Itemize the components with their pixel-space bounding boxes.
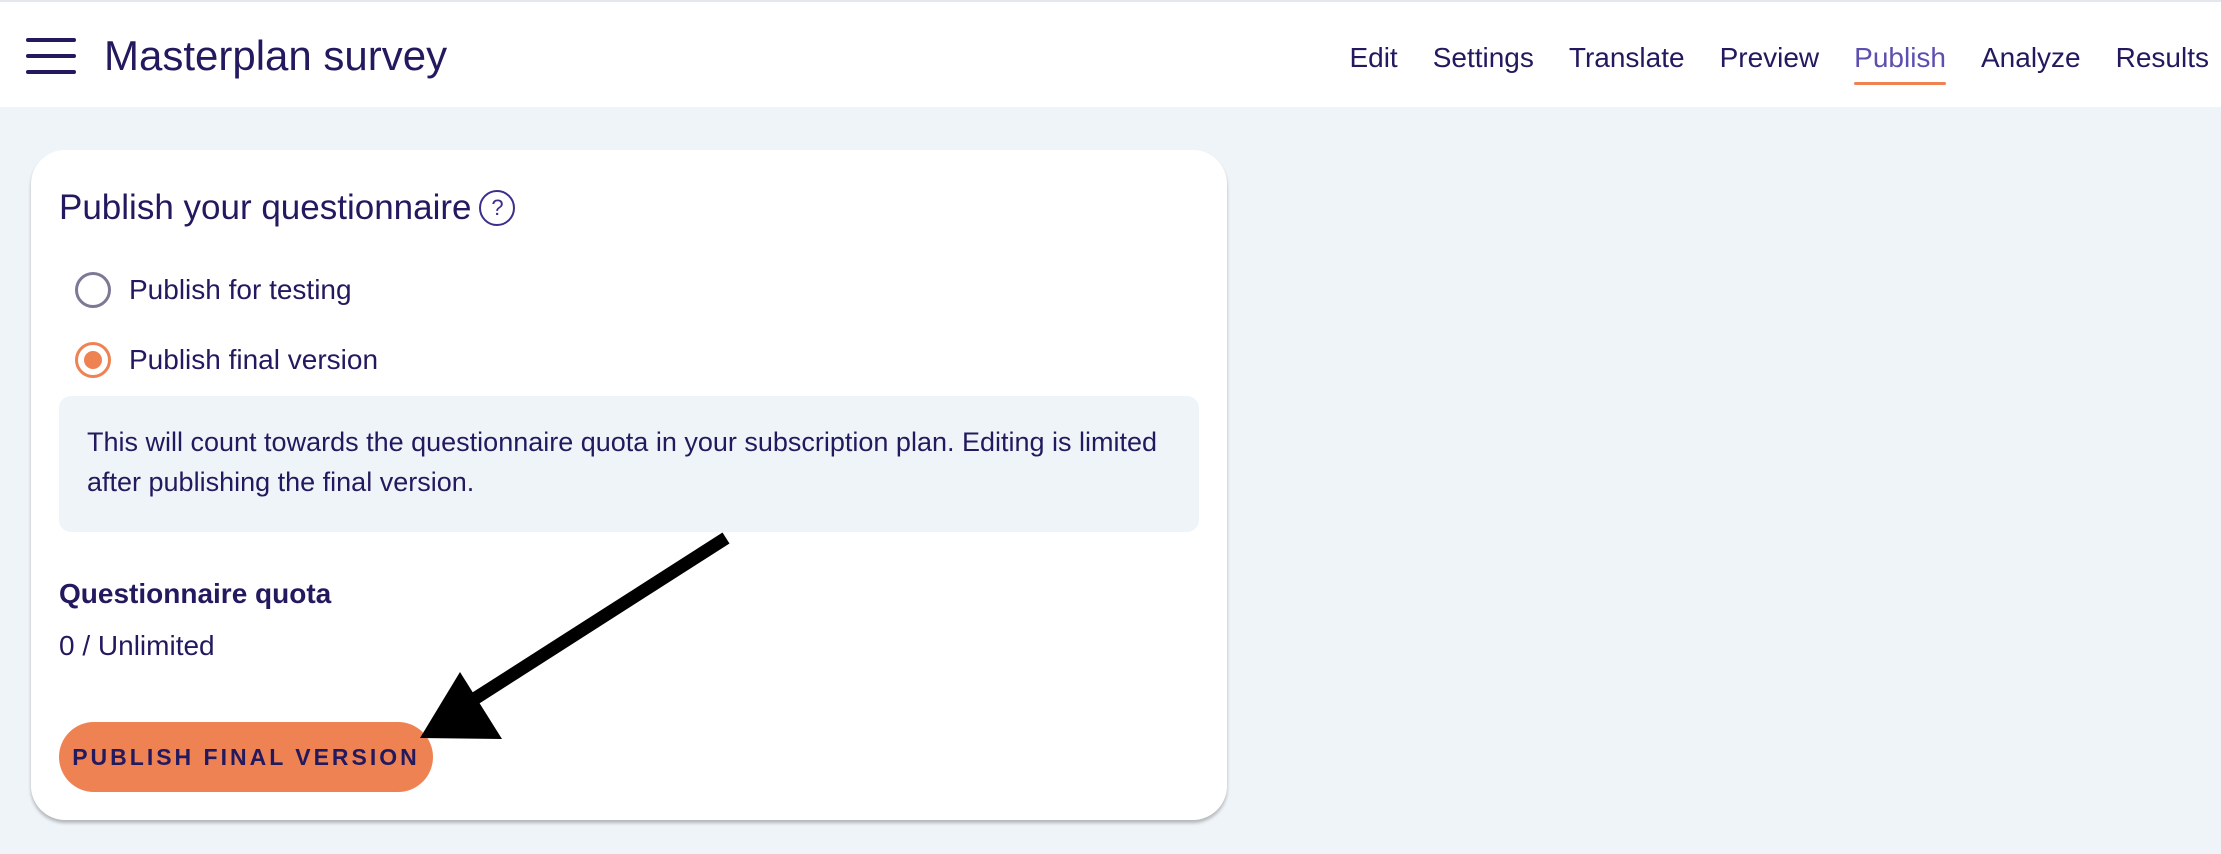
card-title-text: Publish your questionnaire: [59, 188, 472, 227]
top-bar: Masterplan survey Edit Settings Translat…: [0, 0, 2221, 107]
quota-value: 0 / Unlimited: [59, 630, 215, 661]
radio-publish-final[interactable]: Publish final version: [75, 342, 378, 378]
tab-settings[interactable]: Settings: [1433, 38, 1534, 88]
tab-edit[interactable]: Edit: [1349, 38, 1397, 88]
hamburger-menu-icon[interactable]: [26, 36, 76, 76]
tab-results[interactable]: Results: [2116, 38, 2209, 88]
radio-button[interactable]: [75, 272, 111, 308]
help-circle-icon[interactable]: ?: [479, 190, 516, 226]
radio-label: Publish for testing: [129, 274, 352, 305]
radio-button-selected[interactable]: [75, 342, 111, 378]
tab-preview[interactable]: Preview: [1720, 38, 1820, 88]
tab-publish[interactable]: Publish: [1854, 38, 1946, 88]
page-title: Masterplan survey: [104, 32, 448, 79]
main-nav: Edit Settings Translate Preview Publish …: [1314, 38, 2209, 88]
radio-label: Publish final version: [129, 344, 379, 375]
publish-card: Publish your questionnaire ? Publish for…: [31, 150, 1227, 820]
publish-final-version-button[interactable]: PUBLISH FINAL VERSION: [59, 722, 433, 792]
tab-analyze[interactable]: Analyze: [1981, 38, 2081, 88]
radio-publish-testing[interactable]: Publish for testing: [75, 272, 352, 308]
info-message: This will count towards the questionnair…: [59, 396, 1199, 532]
tab-translate[interactable]: Translate: [1569, 38, 1685, 88]
quota-label: Questionnaire quota: [59, 578, 332, 609]
card-title: Publish your questionnaire ?: [59, 186, 516, 230]
